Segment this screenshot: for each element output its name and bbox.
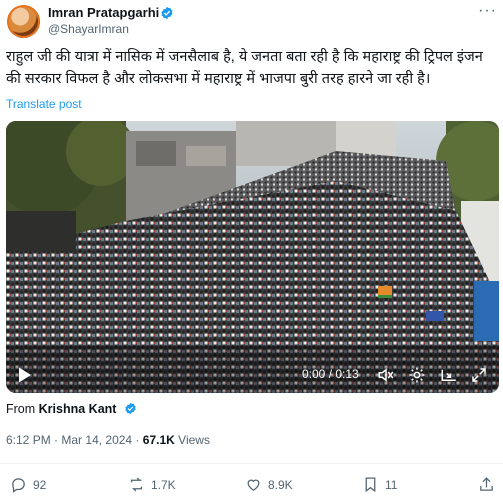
share-icon bbox=[480, 477, 493, 491]
video-player[interactable]: 0:00 / 0:13 bbox=[6, 121, 499, 393]
bookmark-icon bbox=[365, 477, 376, 493]
like-button[interactable]: 8.9K bbox=[245, 476, 293, 493]
pip-icon[interactable] bbox=[440, 366, 458, 384]
avatar[interactable] bbox=[7, 5, 40, 38]
play-icon[interactable] bbox=[17, 366, 33, 384]
divider bbox=[0, 463, 503, 464]
bookmark-button[interactable]: 11 bbox=[362, 476, 397, 493]
author-name[interactable]: Imran Pratapgarhi bbox=[48, 5, 159, 21]
tweet-text: राहुल जी की यात्रा में नासिक में जनसैलाब… bbox=[6, 49, 483, 87]
like-count: 8.9K bbox=[268, 477, 293, 492]
views-label: Views bbox=[178, 433, 210, 447]
repost-count: 1.7K bbox=[151, 477, 176, 492]
video-source: From Krishna Kant bbox=[6, 402, 116, 416]
fullscreen-icon[interactable] bbox=[470, 366, 488, 384]
translate-link[interactable]: Translate post bbox=[6, 97, 82, 111]
tweet-meta: 6:12 PM · Mar 14, 2024 · 67.1K Views bbox=[6, 433, 210, 447]
source-name[interactable]: Krishna Kant bbox=[39, 402, 117, 416]
like-icon bbox=[247, 479, 260, 491]
verified-badge-icon bbox=[125, 402, 136, 415]
share-button[interactable] bbox=[478, 476, 495, 493]
repost-icon bbox=[130, 477, 143, 492]
volume-icon[interactable] bbox=[377, 366, 395, 384]
tweet-date[interactable]: Mar 14, 2024 bbox=[61, 433, 132, 447]
reply-icon bbox=[12, 478, 25, 493]
reply-button[interactable]: 92 bbox=[10, 476, 46, 493]
settings-icon[interactable] bbox=[408, 366, 426, 384]
meta-separator: · bbox=[135, 433, 143, 447]
author-handle[interactable]: @ShayarImran bbox=[48, 22, 129, 37]
tweet-time[interactable]: 6:12 PM bbox=[6, 433, 51, 447]
video-time: 0:00 / 0:13 bbox=[302, 367, 359, 381]
reply-count: 92 bbox=[33, 477, 47, 492]
source-prefix: From bbox=[6, 402, 36, 416]
repost-button[interactable]: 1.7K bbox=[128, 476, 176, 493]
verified-badge-icon bbox=[161, 6, 173, 20]
views-count: 67.1K bbox=[142, 433, 175, 447]
video-frame bbox=[6, 121, 499, 393]
bookmark-count: 11 bbox=[385, 477, 398, 492]
more-icon[interactable]: ··· bbox=[478, 3, 498, 20]
